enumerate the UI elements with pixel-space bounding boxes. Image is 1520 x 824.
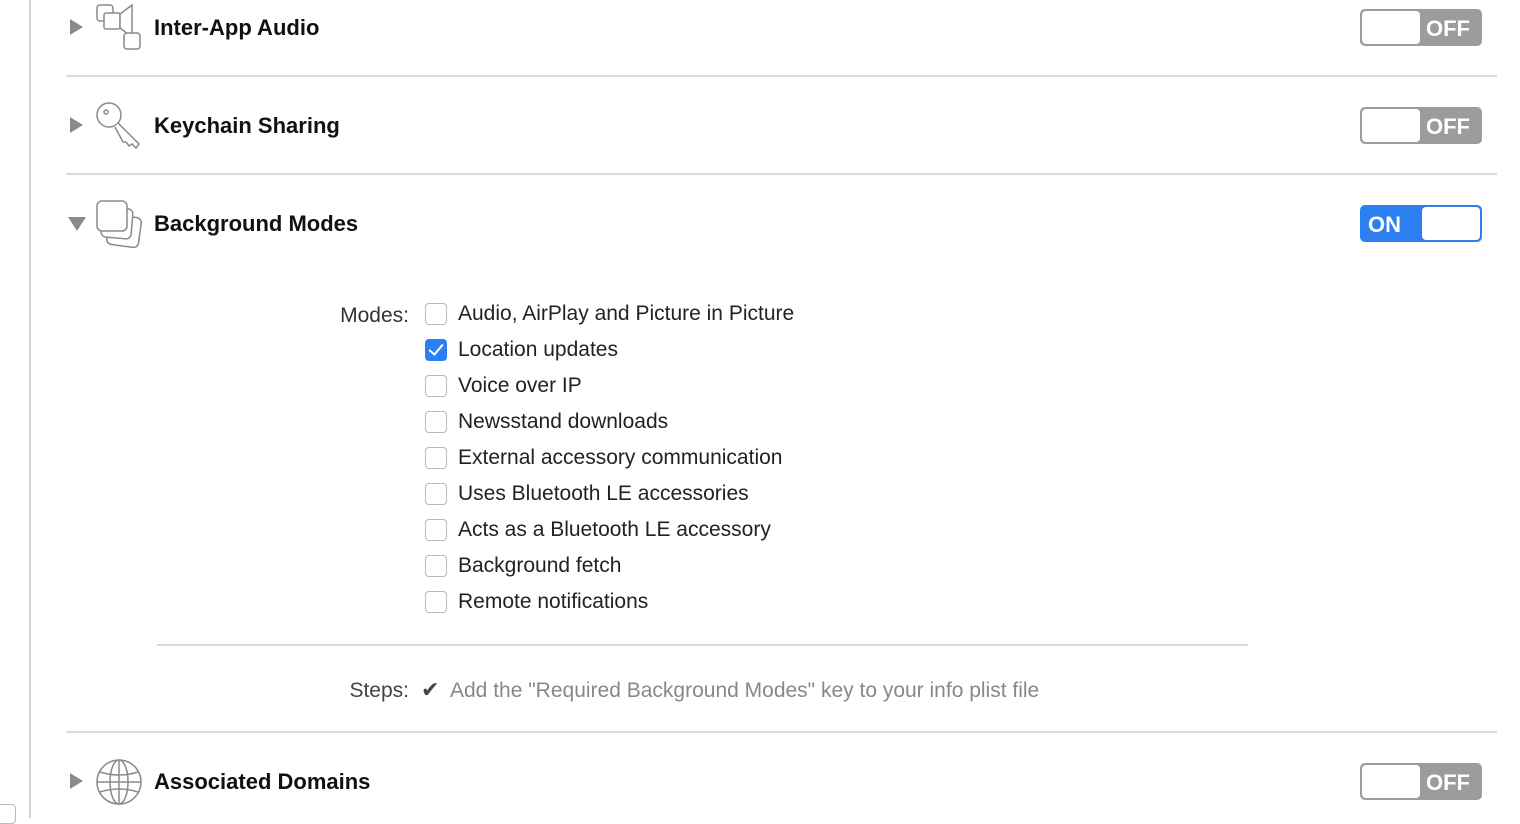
- capability-background-modes: Background Modes ON: [66, 198, 1497, 248]
- checkbox[interactable]: [425, 447, 447, 469]
- mode-checkbox-row[interactable]: Acts as a Bluetooth LE accessory: [425, 517, 771, 543]
- toggle-label: OFF: [1426, 770, 1470, 795]
- capability-associated-domains: Associated Domains OFF: [66, 756, 1497, 806]
- mode-label: External accessory communication: [458, 446, 783, 469]
- divider: [66, 173, 1497, 175]
- capability-toggle[interactable]: OFF: [1360, 107, 1482, 144]
- capability-toggle[interactable]: ON: [1360, 205, 1482, 242]
- steps-label: Steps:: [349, 679, 409, 702]
- checkbox[interactable]: [425, 591, 447, 613]
- disclosure-triangle-icon[interactable]: [70, 117, 83, 133]
- mode-checkbox-row[interactable]: Newsstand downloads: [425, 409, 668, 435]
- mode-label: Acts as a Bluetooth LE accessory: [458, 518, 771, 541]
- disclosure-triangle-icon[interactable]: [70, 19, 83, 35]
- capability-toggle[interactable]: OFF: [1360, 763, 1482, 800]
- mode-checkbox-row[interactable]: Location updates: [425, 337, 618, 363]
- capability-keychain-sharing: Keychain Sharing OFF: [66, 100, 1497, 150]
- disclosure-triangle-icon[interactable]: [68, 217, 86, 231]
- mode-label: Uses Bluetooth LE accessories: [458, 482, 749, 505]
- sidebar-control[interactable]: [0, 804, 16, 824]
- toggle-label: OFF: [1426, 16, 1470, 41]
- toggle-label: OFF: [1426, 114, 1470, 139]
- capability-title: Inter-App Audio: [154, 15, 320, 40]
- capability-inter-app-audio: Inter-App Audio OFF: [66, 2, 1497, 52]
- divider: [66, 75, 1497, 77]
- mode-label: Newsstand downloads: [458, 410, 669, 433]
- mode-label: Remote notifications: [458, 590, 649, 613]
- checkbox[interactable]: [425, 339, 447, 361]
- key-icon: [96, 102, 140, 150]
- checkbox[interactable]: [425, 411, 447, 433]
- background-modes-icon: [96, 200, 143, 248]
- mode-checkbox-row[interactable]: Audio, AirPlay and Picture in Picture: [425, 301, 794, 327]
- mode-label: Audio, AirPlay and Picture in Picture: [458, 302, 795, 325]
- divider: [66, 731, 1497, 733]
- mode-checkbox-row[interactable]: Uses Bluetooth LE accessories: [425, 481, 749, 507]
- mode-label: Voice over IP: [458, 374, 582, 397]
- capability-title: Keychain Sharing: [154, 113, 340, 138]
- checkbox[interactable]: [425, 303, 447, 325]
- mode-label: Location updates: [458, 338, 618, 361]
- mode-checkbox-row[interactable]: Remote notifications: [425, 589, 648, 615]
- checkbox[interactable]: [425, 483, 447, 505]
- checkmark-icon: ✔: [421, 677, 440, 702]
- mode-checkbox-row[interactable]: Background fetch: [425, 553, 621, 579]
- toggle-label: ON: [1368, 212, 1401, 237]
- mode-checkbox-row[interactable]: Voice over IP: [425, 373, 582, 399]
- step-text: Add the "Required Background Modes" key …: [450, 679, 1040, 702]
- capability-title: Associated Domains: [154, 769, 371, 794]
- mode-label: Background fetch: [458, 554, 622, 577]
- capability-title: Background Modes: [154, 211, 359, 236]
- disclosure-triangle-icon[interactable]: [70, 773, 83, 789]
- inter-app-audio-icon: [96, 3, 141, 50]
- mode-checkbox-row[interactable]: External accessory communication: [425, 445, 782, 471]
- checkbox[interactable]: [425, 375, 447, 397]
- globe-icon: [96, 759, 142, 805]
- capability-toggle[interactable]: OFF: [1360, 9, 1482, 46]
- sidebar-border: [29, 0, 31, 818]
- modes-label: Modes:: [340, 304, 409, 327]
- checkbox[interactable]: [425, 555, 447, 577]
- divider: [157, 644, 1248, 646]
- checkbox[interactable]: [425, 519, 447, 541]
